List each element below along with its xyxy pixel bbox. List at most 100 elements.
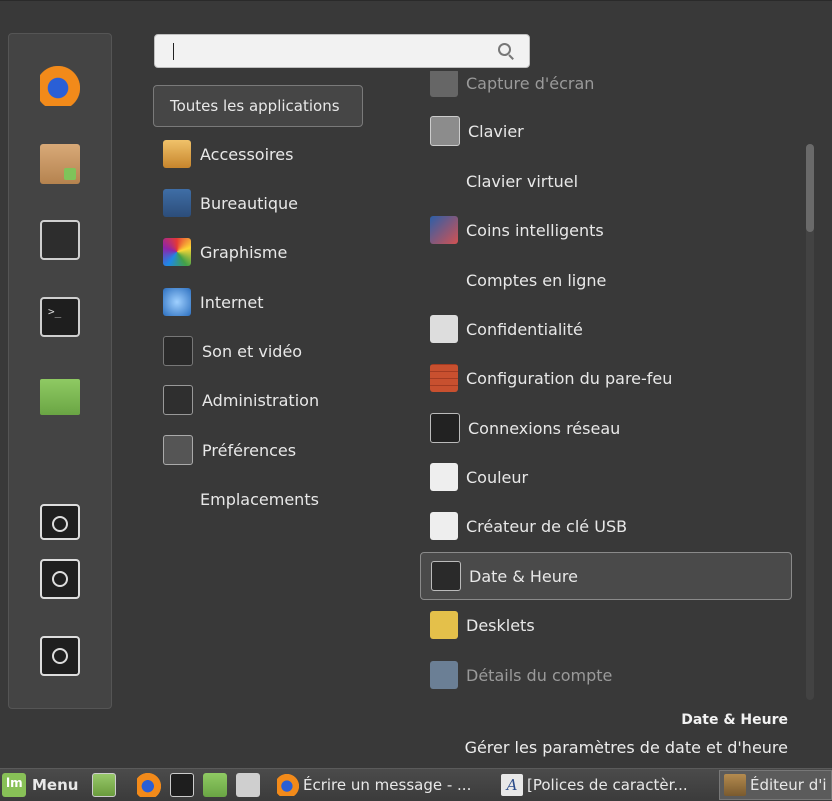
task-button[interactable]: A [Polices de caractèr... [497,770,717,800]
app-item[interactable]: Couleur [420,453,792,501]
category-label: Préférences [202,440,297,460]
firefox-launcher-icon[interactable] [137,773,161,797]
task-label: Écrire un message - ... [303,776,472,794]
app-item[interactable]: Coins intelligents [420,206,792,254]
app-label: Desklets [466,615,535,635]
preferences-icon [163,435,193,465]
fonts-icon: A [501,774,523,796]
account-details-icon [430,661,458,689]
lock-screen-icon[interactable] [40,504,80,540]
app-item[interactable]: Confidentialité [420,305,792,353]
selected-app-title: Date & Heure [681,712,788,728]
search-icon [498,43,511,56]
screenshot-launcher-icon[interactable] [236,773,260,797]
app-label: Connexions réseau [468,418,621,438]
search-box[interactable] [154,34,530,68]
app-label: Détails du compte [466,665,613,685]
date-time-icon [431,561,461,591]
app-item[interactable]: Desklets [420,601,792,649]
category-preferences[interactable]: Préférences [163,433,296,467]
power-icon[interactable] [40,636,80,676]
firefox-icon[interactable] [40,66,80,106]
category-label: Bureautique [200,193,298,213]
app-label: Date & Heure [469,566,578,586]
app-item[interactable]: Comptes en ligne [420,256,792,304]
favorites-panel [8,33,112,709]
app-label: Couleur [466,467,529,487]
app-item[interactable]: Détails du compte [420,651,792,699]
online-accounts-icon [430,266,458,294]
app-label: Comptes en ligne [466,270,607,290]
app-item[interactable]: Capture d'écran [420,71,792,107]
menu-label: Menu [32,776,79,794]
category-places[interactable]: Emplacements [163,482,319,516]
linux-mint-icon [2,773,26,797]
app-label: Capture d'écran [466,73,595,93]
category-label: Emplacements [200,489,319,509]
search-input[interactable] [163,40,487,64]
category-administration[interactable]: Administration [163,383,319,417]
app-item[interactable]: Configuration du pare-feu [420,354,792,402]
app-item-selected[interactable]: Date & Heure [420,552,792,600]
software-manager-icon[interactable] [40,144,80,184]
graphics-icon [163,238,191,266]
category-accessories[interactable]: Accessoires [163,137,293,171]
image-editor-icon [724,774,746,796]
task-label: [Polices de caractèr... [527,776,688,794]
sound-video-icon [163,336,193,366]
internet-icon [163,288,191,316]
files-launcher-icon[interactable] [203,773,227,797]
hot-corners-icon [430,216,458,244]
category-label: Son et vidéo [202,341,303,361]
screenshot-icon [430,71,458,97]
app-list-scrollbar[interactable] [806,144,814,700]
privacy-icon [430,315,458,343]
category-internet[interactable]: Internet [163,285,264,319]
app-item[interactable]: Créateur de clé USB [420,502,792,550]
files-icon[interactable] [40,379,80,415]
taskbar: Menu Écrire un message - ... A [Polices … [0,768,832,801]
app-label: Configuration du pare-feu [466,368,673,388]
category-label: Administration [202,390,320,410]
usb-creator-icon [430,512,458,540]
category-graphics[interactable]: Graphisme [163,235,287,269]
terminal-launcher-icon[interactable] [170,773,194,797]
app-label: Créateur de clé USB [466,516,628,536]
task-label: Éditeur d'i [750,776,827,794]
category-label: Graphisme [200,242,288,262]
network-icon [430,413,460,443]
show-desktop-icon[interactable] [92,773,116,797]
task-button[interactable]: Écrire un message - ... [273,770,495,800]
desklets-icon [430,611,458,639]
accessories-icon [163,140,191,168]
virtual-keyboard-icon [430,167,458,195]
system-settings-icon[interactable] [40,220,80,260]
category-all-applications[interactable]: Toutes les applications [153,85,363,127]
category-label: Accessoires [200,144,294,164]
terminal-icon[interactable] [40,297,80,337]
category-sound-video[interactable]: Son et vidéo [163,334,302,368]
logout-icon[interactable] [40,559,80,599]
keyboard-icon [430,116,460,146]
category-office[interactable]: Bureautique [163,186,298,220]
text-cursor [173,43,174,60]
office-icon [163,189,191,217]
administration-icon [163,385,193,415]
app-item[interactable]: Connexions réseau [420,404,792,452]
color-icon [430,463,458,491]
app-item[interactable]: Clavier [420,107,792,155]
app-label: Coins intelligents [466,220,604,240]
app-label: Clavier [468,121,524,141]
task-button-active[interactable]: Éditeur d'i [719,770,832,800]
application-menu: Toutes les applications Accessoires Bure… [0,0,832,769]
scrollbar-thumb[interactable] [806,144,814,232]
menu-button[interactable]: Menu [0,769,78,801]
firewall-icon [430,364,458,392]
app-label: Clavier virtuel [466,171,579,191]
category-label: Internet [200,292,264,312]
app-item[interactable]: Clavier virtuel [420,157,792,205]
application-list: Capture d'écran Clavier Clavier virtuel … [420,71,792,699]
places-icon [163,485,191,513]
app-label: Confidentialité [466,319,583,339]
thunderbird-icon [277,774,299,796]
